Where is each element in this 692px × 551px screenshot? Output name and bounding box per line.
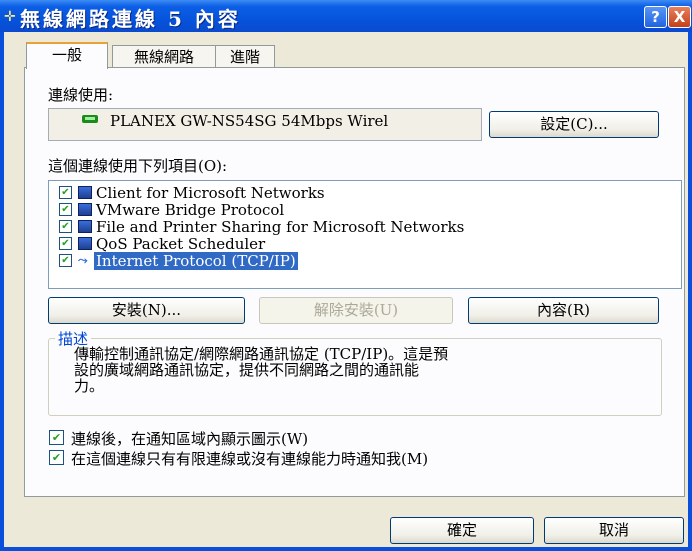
list-item-file-and-printer-sharing[interactable]: ✔ File and Printer Sharing for Microsoft … — [59, 217, 466, 236]
list-item-client-for-microsoft-networks[interactable]: ✔ Client for Microsoft Networks — [59, 183, 327, 202]
list-item-vmware-bridge-protocol[interactable]: ✔ VMware Bridge Protocol — [59, 200, 286, 219]
description-line: 力。 — [74, 377, 105, 395]
description-line: 設的廣域網路通訊協定，提供不同網路之間的通訊能 — [74, 361, 420, 379]
item-checkbox[interactable]: ✔ — [59, 186, 72, 199]
properties-button[interactable]: 內容(R) — [468, 297, 659, 324]
help-button[interactable]: ? — [644, 6, 667, 28]
ok-button[interactable]: 確定 — [390, 517, 534, 544]
list-item-internet-protocol-tcpip[interactable]: ✔ ⤳ Internet Protocol (TCP/IP) — [59, 251, 298, 270]
network-service-icon — [78, 220, 92, 233]
connect-using-label: 連線使用: — [48, 86, 114, 104]
item-checkbox[interactable]: ✔ — [59, 203, 72, 216]
network-connection-icon: ✛ — [4, 9, 16, 25]
uninstall-button[interactable]: 解除安裝(U) — [259, 297, 453, 324]
network-service-icon — [78, 237, 92, 250]
components-list[interactable]: ✔ Client for Microsoft Networks ✔ VMware B… — [48, 180, 682, 289]
tab-wireless-networks[interactable]: 無線網路 — [112, 45, 216, 68]
network-client-icon — [78, 186, 92, 199]
notify-checkbox[interactable]: ✔ — [49, 450, 64, 465]
adapter-name: PLANEX GW-NS54SG 54Mbps Wirel — [110, 112, 389, 130]
tab-advanced[interactable]: 進階 — [215, 45, 275, 68]
title-bar[interactable]: ✛ 無線網路連線 5 內容 ? X — [0, 0, 692, 32]
item-checkbox[interactable]: ✔ — [59, 237, 72, 250]
tab-general[interactable]: 一般 — [26, 42, 108, 69]
install-button[interactable]: 安裝(N)... — [48, 297, 245, 324]
item-label: Internet Protocol (TCP/IP) — [94, 252, 298, 270]
protocol-icon: ⤳ — [78, 253, 88, 267]
item-checkbox[interactable]: ✔ — [59, 254, 72, 267]
show-icon-label[interactable]: 連線後，在通知區域內顯示圖示(W) — [71, 428, 308, 449]
close-button[interactable]: X — [668, 6, 691, 28]
network-service-icon — [78, 203, 92, 216]
show-icon-checkbox[interactable]: ✔ — [49, 430, 64, 445]
network-adapter-icon — [82, 115, 98, 123]
description-line: 傳輸控制通訊協定/網際網路通訊協定 (TCP/IP)。這是預 — [74, 345, 449, 363]
item-checkbox[interactable]: ✔ — [59, 220, 72, 233]
configure-button[interactable]: 設定(C)... — [489, 111, 659, 138]
window-title: 無線網路連線 5 內容 — [20, 7, 241, 31]
description-text: 傳輸控制通訊協定/網際網路通訊協定 (TCP/IP)。這是預 設的廣域網路通訊協… — [74, 346, 644, 394]
notify-label[interactable]: 在這個連線只有有限連線或沒有連線能力時通知我(M) — [71, 448, 428, 469]
list-item-qos-packet-scheduler[interactable]: ✔ QoS Packet Scheduler — [59, 234, 267, 253]
items-label: 這個連線使用下列項目(O): — [48, 157, 228, 175]
cancel-button[interactable]: 取消 — [544, 517, 684, 544]
